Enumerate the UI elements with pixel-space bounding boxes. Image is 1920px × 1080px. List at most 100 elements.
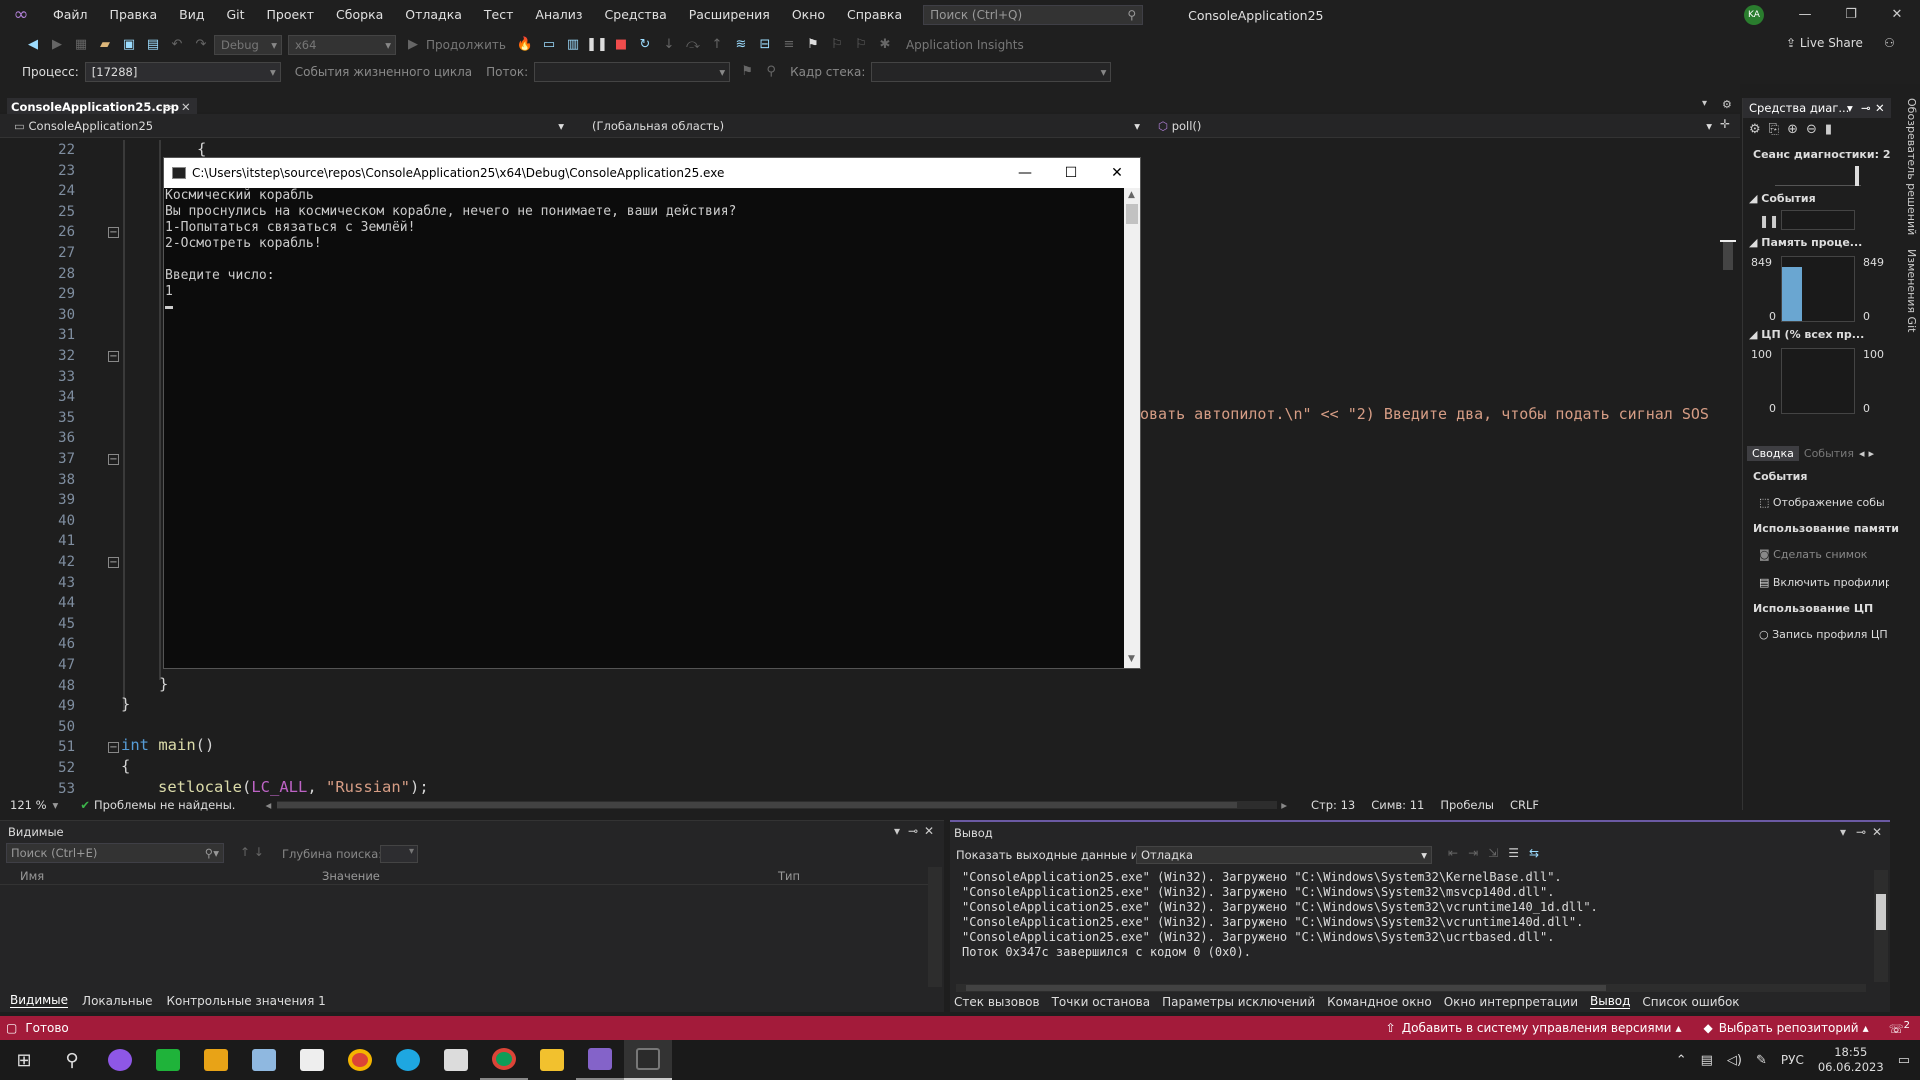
reset-zoom-icon[interactable]: ▮ [1825, 122, 1832, 137]
editor-horizontal-scrollbar[interactable] [277, 801, 1278, 809]
diag-dropdown-icon[interactable]: ▾ [1847, 98, 1853, 118]
find-prev-icon[interactable]: ⇤ [1448, 846, 1458, 860]
cpu-graph[interactable] [1781, 348, 1855, 414]
layout-icon[interactable]: ▥ [562, 34, 584, 56]
whitespace-indicator[interactable]: Пробелы [1440, 798, 1494, 812]
notification-center-icon[interactable]: ▭ [1898, 1053, 1910, 1068]
console-scroll-up-icon[interactable]: ▲ [1128, 190, 1135, 200]
search-input[interactable]: Поиск (Ctrl+Q) ⚲ [923, 5, 1144, 25]
output-tab[interactable]: Окно интерпретации [1444, 995, 1578, 1009]
menu-item[interactable]: Справка [836, 0, 913, 30]
diag-close-icon[interactable]: ✕ [1875, 98, 1885, 118]
stop-icon[interactable]: ■ [610, 34, 632, 56]
memory-graph[interactable] [1781, 256, 1855, 322]
search-depth-select[interactable]: ▾ [380, 845, 418, 863]
autos-tab[interactable]: Локальные [82, 994, 152, 1008]
hscroll-left-icon[interactable]: ◂ [265, 798, 271, 812]
step-into-icon[interactable]: ↓ [658, 34, 680, 56]
tray-chevron-icon[interactable]: ⌃ [1676, 1053, 1687, 1068]
autos-close-icon[interactable]: ✕ [924, 824, 934, 838]
take-snapshot-button[interactable]: ◙ Сделать снимок [1759, 548, 1889, 561]
browser-icon[interactable]: ▭ [538, 34, 560, 56]
export-icon[interactable]: ⎘ [1769, 122, 1779, 137]
continue-icon[interactable]: ▶ [402, 34, 424, 56]
output-hscroll[interactable] [956, 984, 1866, 992]
pause-icon[interactable]: ❚❚ [586, 34, 608, 56]
menu-item[interactable]: Средства [594, 0, 678, 30]
autos-dropdown-icon[interactable]: ▾ [894, 824, 900, 838]
comment-icon[interactable]: ≡ [778, 34, 800, 56]
tab-summary[interactable]: Сводка [1747, 445, 1799, 461]
line-ending-indicator[interactable]: CRLF [1510, 798, 1539, 812]
language-indicator[interactable]: РУС [1781, 1053, 1804, 1067]
show-events-link[interactable]: ⬚ Отображение собы [1759, 496, 1889, 509]
cpu-section[interactable]: ◢ ЦП (% всех пр... [1749, 328, 1889, 341]
chrome-icon[interactable] [336, 1040, 384, 1080]
hot-reload-icon[interactable]: 🔥 [514, 34, 536, 56]
column-name[interactable]: Имя [20, 869, 44, 883]
git-changes-tab[interactable]: Изменения Git [1905, 249, 1918, 332]
network-icon[interactable]: ▤ [1701, 1053, 1713, 1068]
continue-button[interactable]: Продолжить [426, 38, 506, 52]
menu-item[interactable]: Правка [99, 0, 169, 30]
bookmark-next-icon[interactable]: ⚐ [850, 34, 872, 56]
column-value[interactable]: Значение [322, 869, 380, 883]
autos-tab[interactable]: Контрольные значения 1 [166, 994, 325, 1008]
output-tab[interactable]: Вывод [1590, 994, 1631, 1009]
autos-scrollbar[interactable] [928, 867, 942, 987]
bookmark-icon[interactable]: ⚑ [802, 34, 824, 56]
menu-item[interactable]: Отладка [394, 0, 473, 30]
restore-icon[interactable]: ❐ [1828, 0, 1874, 30]
menu-item[interactable]: Проект [256, 0, 326, 30]
platform-select[interactable]: x64 [288, 35, 396, 55]
output-tab[interactable]: Список ошибок [1642, 995, 1739, 1009]
menu-item[interactable]: Git [215, 0, 255, 30]
scope-combo[interactable]: (Глобальная область) ▾ [584, 116, 1144, 136]
console-output[interactable]: Космический корабль Вы проснулись на косм… [164, 188, 1124, 668]
search-up-icon[interactable]: ↑ ↓ [240, 845, 264, 859]
output-tab[interactable]: Параметры исключений [1162, 995, 1315, 1009]
select-repository-button[interactable]: Выбрать репозиторий [1719, 1021, 1859, 1035]
close-icon[interactable]: ✕ [1874, 0, 1920, 30]
tab-scroll-left-icon[interactable]: ◂ [1859, 447, 1865, 460]
menu-item[interactable]: Вид [168, 0, 215, 30]
thread-select[interactable] [534, 62, 731, 82]
word-wrap-icon[interactable]: ⇆ [1529, 846, 1539, 860]
zoom-in-icon[interactable]: ⊕ [1787, 122, 1798, 137]
visual-studio-icon[interactable] [576, 1040, 624, 1080]
hscroll-right-icon[interactable]: ▸ [1281, 798, 1287, 812]
add-to-source-control-button[interactable]: Добавить в систему управления версиями [1402, 1021, 1672, 1035]
project-combo[interactable]: ▭ ConsoleApplication25 ▾ [6, 116, 568, 136]
excel-like-app-icon[interactable] [144, 1040, 192, 1080]
console-scrollbar[interactable]: ▲ ▼ [1124, 188, 1140, 668]
find-next-icon[interactable]: ⇥ [1468, 846, 1478, 860]
tab-overflow-icon[interactable]: ▾ [1702, 98, 1707, 109]
zoom-out-icon[interactable]: ⊖ [1806, 122, 1817, 137]
start-icon[interactable]: ⊞ [0, 1040, 48, 1080]
breakpoint-icon[interactable]: ⊟ [754, 34, 776, 56]
undo-icon[interactable]: ↶ [166, 34, 188, 56]
column-type[interactable]: Тип [778, 869, 800, 883]
save-icon[interactable]: ▣ [118, 34, 140, 56]
forward-icon[interactable]: ▶ [46, 34, 68, 56]
redo-icon[interactable]: ↷ [190, 34, 212, 56]
notifications-icon[interactable]: ☏2 [1889, 1020, 1910, 1036]
new-project-icon[interactable]: ▦ [70, 34, 92, 56]
store-icon[interactable] [288, 1040, 336, 1080]
save-all-icon[interactable]: ▤ [142, 34, 164, 56]
menu-item[interactable]: Анализ [524, 0, 593, 30]
timeline-ruler[interactable] [1775, 166, 1861, 186]
output-vscroll-thumb[interactable] [1876, 894, 1886, 930]
app-insights-button[interactable]: Application Insights [906, 38, 1024, 52]
member-combo[interactable]: ⬡ poll() ▾ [1150, 116, 1716, 136]
autos-search-input[interactable]: Поиск (Ctrl+E) ⚲▾ [6, 843, 224, 863]
console-minimize-icon[interactable]: — [1002, 158, 1048, 188]
avatar[interactable]: KA [1744, 5, 1764, 25]
split-icon[interactable]: ✛ [1720, 117, 1730, 131]
output-tab[interactable]: Точки останова [1052, 995, 1151, 1009]
output-pin-icon[interactable]: ⊸ [1856, 825, 1866, 839]
diag-pin-icon[interactable]: ⊸ [1861, 98, 1871, 118]
goto-icon[interactable]: ⇲ [1488, 846, 1498, 860]
settings-gear-icon[interactable]: ⚙ [1722, 98, 1732, 111]
filter-icon[interactable]: ⚲ [760, 61, 782, 83]
